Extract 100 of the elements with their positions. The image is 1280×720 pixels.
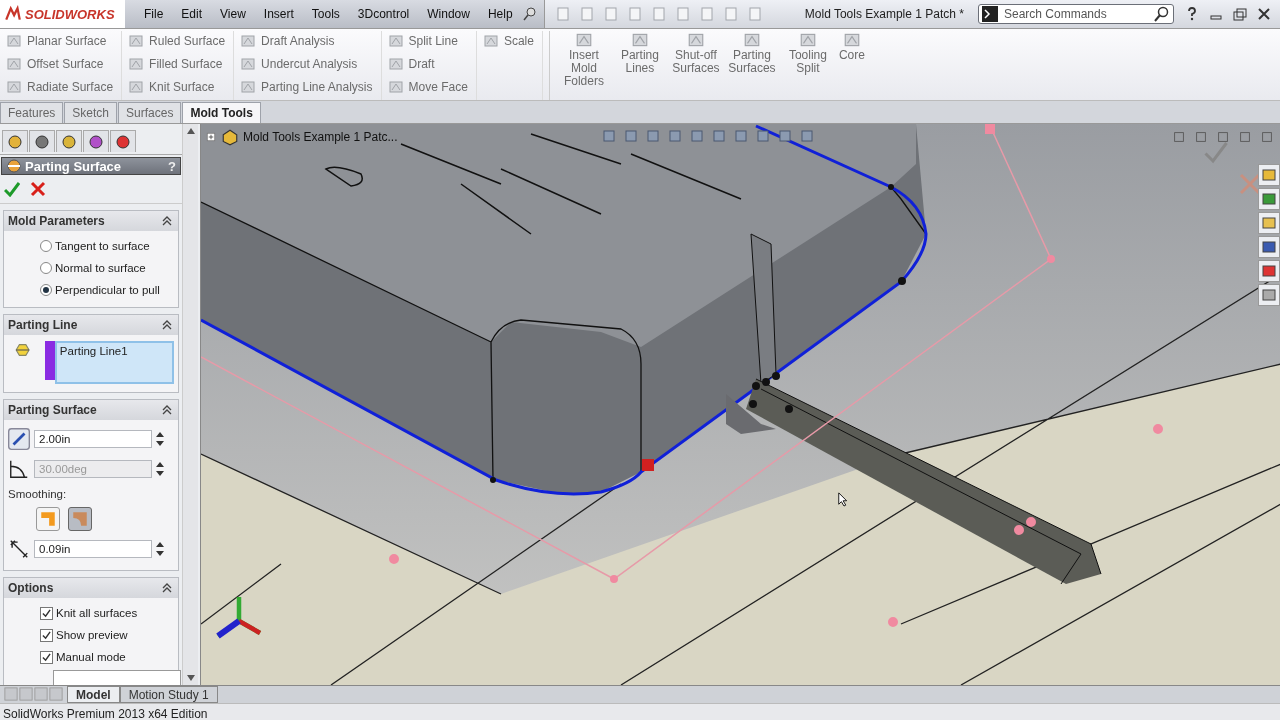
tree-item[interactable]: Mold Tools Example 1 Patc... — [243, 130, 398, 144]
scrollbar[interactable] — [182, 124, 198, 685]
collapse-icon[interactable] — [162, 583, 172, 593]
smoothing-button[interactable] — [36, 507, 60, 531]
tool-icon — [128, 33, 145, 49]
list-item[interactable]: Parting Line1 — [59, 345, 169, 357]
tool-icon — [6, 56, 22, 72]
logo-icon — [4, 5, 22, 23]
collapse-icon[interactable] — [162, 216, 172, 226]
command-tab[interactable]: Mold Tools — [182, 102, 261, 123]
panel-tab[interactable] — [29, 130, 55, 152]
panel-title: Parting Surface — [25, 158, 123, 174]
smoothing-label: Smoothing: — [8, 487, 68, 502]
spin-arrows-icon[interactable] — [156, 460, 164, 478]
tool-icon — [742, 31, 761, 49]
ribbon-button[interactable]: Scale — [482, 31, 534, 51]
task-pane-tab[interactable] — [1258, 236, 1280, 258]
cancel-icon[interactable] — [30, 181, 46, 197]
panel-tab[interactable] — [2, 130, 28, 152]
task-pane-tab[interactable] — [1258, 164, 1280, 186]
panel-tab[interactable] — [83, 130, 109, 152]
smoothing-button[interactable] — [68, 507, 92, 531]
tool-icon — [842, 31, 861, 49]
collapse-icon[interactable] — [162, 405, 172, 415]
menu-item[interactable]: Window — [418, 7, 479, 21]
check-icon[interactable] — [1204, 140, 1228, 164]
ribbon-button[interactable]: Filled Surface — [128, 54, 226, 74]
ribbon-button[interactable]: Move Face — [387, 77, 468, 97]
task-pane-tab[interactable] — [1258, 188, 1280, 210]
ribbon-button[interactable]: Parting Line Analysis — [240, 77, 373, 97]
ribbon-button[interactable]: Draft Analysis — [240, 31, 373, 51]
tool-icon — [387, 79, 404, 95]
menu-item[interactable]: View — [211, 7, 255, 21]
distance-field[interactable]: 2.00in — [34, 430, 152, 448]
checkbox-label: Manual mode — [56, 651, 126, 663]
ribbon-button[interactable]: Radiate Surface — [6, 77, 114, 97]
checkbox[interactable] — [40, 650, 53, 664]
ribbon-button[interactable]: Knit Surface — [128, 77, 226, 97]
ribbon-button[interactable]: Split Line — [387, 31, 468, 51]
task-pane-tab[interactable] — [1258, 260, 1280, 282]
panel-tab[interactable] — [56, 130, 82, 152]
ribbon-button[interactable]: Ruled Surface — [128, 31, 226, 51]
scroll-up-icon[interactable] — [186, 128, 195, 134]
menu-item[interactable]: File — [135, 7, 173, 21]
document-title: Mold Tools Example 1 Patch * — [804, 7, 964, 21]
parting-surface-icon — [6, 158, 22, 174]
ribbon-button[interactable]: Offset Surface — [6, 54, 114, 74]
parting-line-icon — [14, 341, 32, 359]
menu-item[interactable]: Edit — [172, 7, 212, 21]
color-swatch — [45, 341, 55, 380]
expand-icon[interactable] — [205, 131, 217, 143]
tool-icon — [128, 56, 145, 72]
task-pane-tab[interactable] — [1258, 212, 1280, 234]
tool-icon — [128, 79, 145, 95]
tool-icon — [387, 33, 404, 49]
ribbon-button[interactable]: Core — [837, 31, 866, 100]
command-tab[interactable]: Sketch — [64, 102, 118, 123]
menu-item[interactable]: Insert — [254, 7, 303, 21]
ribbon-button[interactable]: Undercut Analysis — [240, 54, 373, 74]
search-bar[interactable]: Search Commands — [978, 4, 1174, 24]
dimension-icon — [8, 538, 30, 560]
tool-icon — [240, 79, 257, 95]
bottom-tab[interactable]: Motion Study 1 — [119, 686, 218, 703]
tool-icon — [482, 33, 499, 49]
ribbon-button[interactable]: Shut-off Surfaces — [669, 31, 722, 100]
spin-arrows-icon[interactable] — [156, 540, 164, 558]
sharp-corner-icon — [39, 510, 57, 528]
search-icon[interactable] — [1154, 6, 1170, 22]
ribbon-button[interactable]: Parting Surfaces — [725, 31, 778, 100]
radio-button[interactable] — [40, 284, 52, 296]
menu-item[interactable]: 3Dcontrol — [348, 7, 419, 21]
ribbon-button[interactable]: Draft — [387, 54, 468, 74]
menu-item[interactable]: Help — [478, 7, 522, 21]
collapse-icon[interactable] — [162, 320, 172, 330]
bottom-tab[interactable]: Model — [67, 686, 120, 703]
menu-item[interactable]: Tools — [302, 7, 349, 21]
search-input[interactable]: Search Commands — [1002, 6, 1150, 22]
checkbox-label: Knit all surfaces — [56, 607, 138, 619]
pin-icon[interactable] — [521, 6, 538, 22]
ribbon-button[interactable]: Parting Lines — [613, 31, 666, 100]
radio-button[interactable] — [40, 262, 52, 274]
spin-arrows-icon[interactable] — [156, 430, 164, 448]
scroll-down-icon[interactable] — [186, 675, 195, 681]
task-pane-tab[interactable] — [1258, 284, 1280, 306]
check-icon[interactable] — [4, 181, 20, 197]
checkbox[interactable] — [40, 606, 53, 620]
checkbox[interactable] — [40, 628, 53, 642]
command-tab[interactable]: Features — [0, 102, 64, 123]
ribbon-button[interactable]: Insert Mold Folders — [557, 31, 610, 100]
smoothing-distance-field[interactable]: 0.09in — [34, 540, 152, 558]
help-link[interactable]: ? — [168, 158, 176, 174]
panel-tab[interactable] — [110, 130, 136, 152]
direction-arrows-icon[interactable] — [8, 428, 30, 450]
selection-list[interactable]: Parting Line1 — [54, 341, 174, 384]
section-title: Options — [8, 581, 54, 595]
tool-icon — [6, 79, 22, 95]
ribbon-button[interactable]: Tooling Split — [781, 31, 834, 100]
radio-button[interactable] — [40, 240, 52, 252]
command-tab[interactable]: Surfaces — [118, 102, 182, 123]
ribbon-button[interactable]: Planar Surface — [6, 31, 114, 51]
